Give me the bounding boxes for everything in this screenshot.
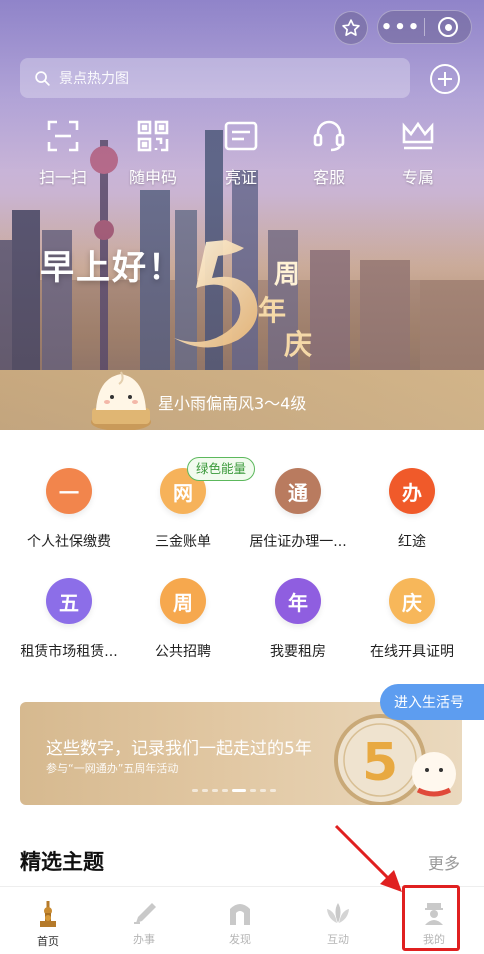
quick-action-label: 客服: [312, 168, 345, 187]
service-label: 个人社保缴费: [27, 534, 111, 550]
green-energy-badge: 绿色能量: [187, 457, 256, 481]
service-label: 三金账单: [155, 534, 211, 550]
service-icon: 年: [275, 578, 321, 624]
quick-action-scan[interactable]: 扫一扫: [21, 120, 105, 188]
service-icon: 庆: [389, 578, 435, 624]
service-label: 我要租房: [270, 644, 326, 660]
mini-program-capsule: •••: [377, 10, 472, 44]
pen-icon: [134, 903, 156, 924]
svg-text:年: 年: [258, 294, 286, 327]
lotus-icon: [327, 903, 349, 923]
section-title: 精选主题: [20, 850, 104, 874]
tab-home[interactable]: 首页: [0, 887, 96, 954]
tab-label: 办事: [133, 933, 155, 946]
star-icon: [342, 19, 360, 36]
quick-action-label: 亮证: [224, 168, 257, 187]
quick-actions: 扫一扫 随申码 亮证 客服 专属: [0, 120, 484, 200]
service-icon: 五: [46, 578, 92, 624]
mascot-bun-icon: [91, 371, 151, 430]
quick-action-label: 专属: [401, 168, 434, 187]
search-icon: [35, 70, 50, 86]
crown-icon: [402, 121, 434, 150]
fifth-anniversary-logo: 周 年 庆: [174, 240, 312, 361]
tab-label: 首页: [37, 935, 59, 948]
service-red-route[interactable]: 办 红途: [356, 468, 468, 551]
quick-action-label: 扫一扫: [38, 168, 87, 187]
app-root: ••• 景点热力图 扫一扫 随申码 亮证 客服 专属 早上好！ 周 年 庆 星小…: [0, 0, 484, 954]
enter-life-account-button[interactable]: 进入生活号: [380, 684, 484, 720]
home-icon: [40, 901, 56, 927]
arch-icon: [230, 904, 250, 925]
service-rent-house[interactable]: 年 我要租房: [242, 578, 354, 661]
headset-icon: [313, 120, 345, 152]
quick-action-health-code[interactable]: 随申码: [111, 120, 195, 188]
plus-icon: [438, 72, 452, 86]
service-icon: 一: [46, 468, 92, 514]
tab-label: 发现: [229, 933, 251, 946]
service-icon: 周: [160, 578, 206, 624]
search-bar[interactable]: 景点热力图: [20, 58, 410, 98]
more-menu-button[interactable]: •••: [378, 10, 424, 44]
service-label: 红途: [398, 534, 426, 550]
svg-text:庆: 庆: [284, 328, 312, 361]
service-label: 在线开具证明: [370, 644, 454, 660]
service-label: 居住证办理一...: [249, 534, 347, 550]
greeting-text: 早上好！: [40, 248, 184, 288]
service-public-recruitment[interactable]: 周 公共招聘: [127, 578, 239, 661]
tab-discover[interactable]: 发现: [192, 887, 288, 954]
tab-services[interactable]: 办事: [96, 887, 192, 954]
banner-title: 这些数字，记录我们一起走过的5年: [46, 739, 312, 759]
red-arrow-annotation: [334, 824, 402, 892]
hero-banner: ••• 景点热力图 扫一扫 随申码 亮证 客服 专属 早上好！ 周 年 庆 星小…: [0, 0, 484, 430]
qr-code-icon: [137, 120, 169, 152]
quick-action-exclusive[interactable]: 专属: [376, 120, 460, 188]
favorite-button[interactable]: [334, 11, 368, 45]
service-label: 租赁市场租赁...: [20, 644, 118, 660]
svg-text:周: 周: [274, 260, 300, 290]
quick-action-show-id[interactable]: 亮证: [199, 120, 283, 188]
service-rental-market[interactable]: 五 租赁市场租赁...: [13, 578, 125, 661]
service-icon: 通: [275, 468, 321, 514]
quick-action-label: 随申码: [128, 168, 177, 187]
red-highlight-box: [402, 885, 460, 951]
add-button[interactable]: [430, 64, 460, 94]
close-mini-program-button[interactable]: [425, 10, 471, 44]
service-label: 公共招聘: [155, 644, 211, 660]
service-social-insurance[interactable]: 一 个人社保缴费: [13, 468, 125, 551]
svg-text:5: 5: [362, 733, 398, 793]
banner-pagination: [192, 789, 276, 792]
service-residence-permit[interactable]: 通 居住证办理一...: [242, 468, 354, 551]
service-online-certificate[interactable]: 庆 在线开具证明: [356, 578, 468, 661]
tab-label: 互动: [327, 933, 349, 946]
quick-action-customer-service[interactable]: 客服: [287, 120, 371, 188]
target-icon: [438, 17, 458, 37]
ellipsis-icon: •••: [380, 16, 422, 38]
id-card-icon: [224, 121, 258, 151]
search-placeholder: 景点热力图: [59, 71, 129, 87]
scan-icon: [47, 120, 79, 152]
more-link[interactable]: 更多: [428, 850, 460, 874]
service-icon: 办: [389, 468, 435, 514]
banner-subtitle: 参与“一网通办”五周年活动: [46, 762, 179, 775]
weather-text: 星小雨偏南风3～4级: [158, 394, 307, 413]
